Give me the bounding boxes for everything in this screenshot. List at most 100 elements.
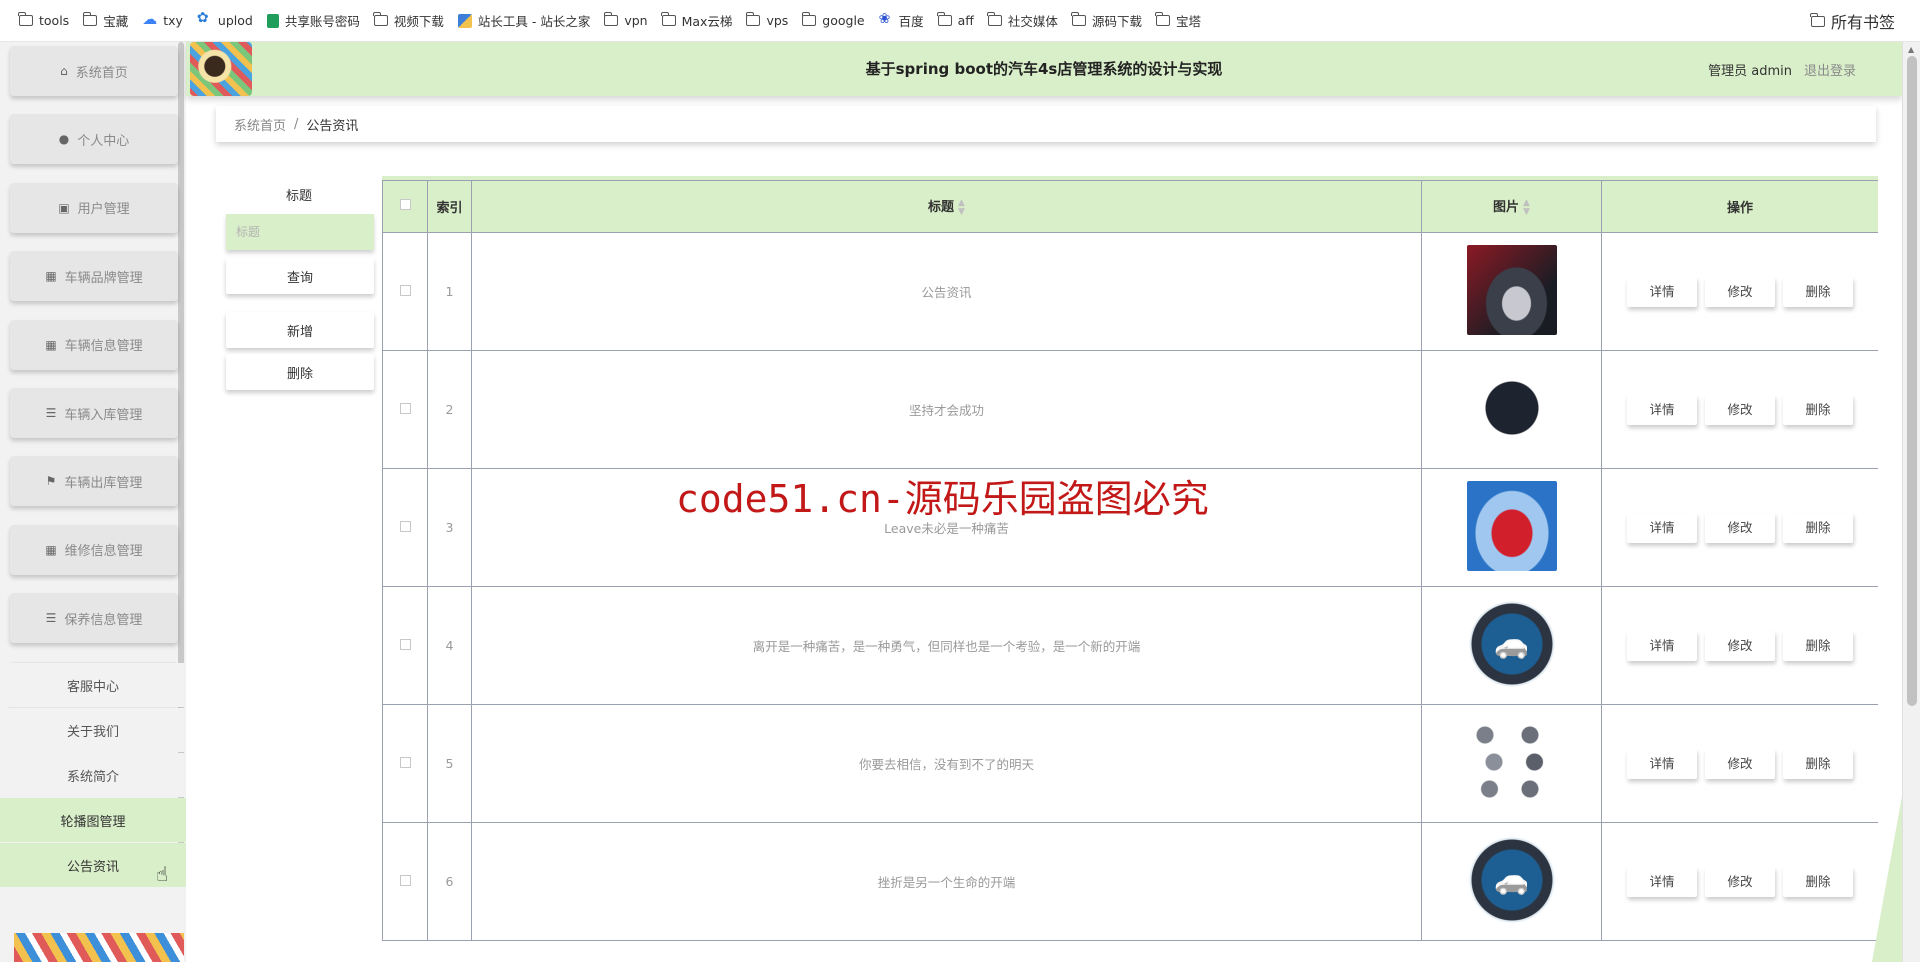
edit-button[interactable]: 修改 [1705,394,1775,425]
title-header[interactable]: 标题 ▲ ▼ [471,180,1422,233]
sidebar-item-7[interactable]: ⚑ 车辆出库管理 [10,456,178,507]
sidebar-item-8[interactable]: ▦ 维修信息管理 [10,524,178,575]
sidebar-item-4[interactable]: ▦ 车辆品牌管理 [10,251,178,302]
search-title-label: 标题 [285,189,312,204]
scrollbar-thumb[interactable] [1907,56,1917,706]
bookmark-item[interactable]: vps [739,7,795,35]
search-title-input[interactable] [226,214,374,250]
edit-button[interactable]: 修改 [1705,512,1775,543]
delete-button[interactable]: 删除 [1783,866,1853,897]
row-actions: 详情 修改 删除 [1601,232,1878,351]
edit-button[interactable]: 修改 [1705,748,1775,779]
folder-icon [18,12,33,26]
bookmark-label: 视频下载 [393,14,444,29]
row-select-cell[interactable] [382,704,428,823]
sidebar-item-label: 保养信息管理 [64,612,143,628]
scroll-up-arrow-icon[interactable]: ▲ [1908,45,1914,54]
row-select-cell[interactable] [382,232,428,351]
row-select-cell[interactable] [382,350,428,469]
bookmark-label: Max云梯 [681,14,733,29]
delete-button[interactable]: 删除 [1783,394,1853,425]
add-button[interactable]: 新增 [226,312,374,348]
sidebar-item-9[interactable]: ☰ 保养信息管理 [10,593,178,644]
sort-icon[interactable]: ▲ ▼ [1523,198,1530,217]
edit-button[interactable]: 修改 [1705,630,1775,661]
bookmark-item[interactable]: tools [12,7,76,35]
row-select-cell[interactable] [382,468,428,587]
bookmark-item[interactable]: 视频下载 [367,7,451,35]
breadcrumb-home[interactable]: 系统首页 [234,115,286,134]
select-all-checkbox[interactable] [399,199,411,210]
car-button-icon-image [1468,601,1555,687]
row-checkbox[interactable] [399,285,411,296]
bookmark-item[interactable]: aff [931,7,981,35]
row-image-cell [1421,586,1602,705]
bookmark-label: tools [39,13,70,28]
all-bookmarks-button[interactable]: 所有书签 [1804,7,1902,35]
row-title: 挫折是另一个生命的开端 [471,822,1422,941]
sort-icon[interactable]: ▲ ▼ [958,198,965,217]
bookmark-item[interactable]: 共享账号密码 [260,7,367,35]
sidebar-item-5[interactable]: ▦ 车辆信息管理 [10,319,178,370]
user-icon: ● [58,132,70,147]
submenu-item-1[interactable]: 客服中心 [0,663,186,707]
row-index: 5 [427,704,472,823]
app-title: 基于spring boot的汽车4s店管理系统的设计与实现 [865,60,1223,78]
row-index: 3 [427,468,472,587]
bookmark-label: txy [163,13,183,28]
row-checkbox[interactable] [399,403,411,414]
delete-button[interactable]: 删除 [1783,276,1853,307]
submenu-item-2[interactable]: 关于我们 [0,708,186,752]
submenu-item-3[interactable]: 系统简介 [0,753,186,797]
sidebar-item-6[interactable]: ☰ 车辆入库管理 [10,388,178,438]
bookmark-item[interactable]: 社交媒体 [981,7,1065,35]
bookmark-item[interactable]: google [795,7,871,35]
image-header[interactable]: 图片 ▲ ▼ [1421,180,1602,233]
logout-link[interactable]: 退出登录 [1804,60,1856,79]
sidebar-item-1[interactable]: ⌂ 系统首页 [10,46,178,96]
bookmark-item[interactable]: 站长工具 - 站长之家 [451,7,597,35]
row-select-cell[interactable] [382,822,428,941]
select-all-cell[interactable] [382,180,428,233]
bookmark-item[interactable]: uplod [190,7,260,35]
detail-button[interactable]: 详情 [1627,630,1697,661]
row-checkbox[interactable] [399,757,411,768]
row-index: 6 [427,822,472,941]
sidebar-item-2[interactable]: ● 个人中心 [10,114,178,165]
sheet-icon [266,13,279,28]
detail-button[interactable]: 详情 [1627,748,1697,779]
detail-button[interactable]: 详情 [1627,512,1697,543]
row-checkbox[interactable] [399,639,411,650]
edit-button[interactable]: 修改 [1705,276,1775,307]
detail-button[interactable]: 详情 [1627,394,1697,425]
batch-delete-button[interactable]: 删除 [226,354,374,390]
row-checkbox[interactable] [399,875,411,886]
bookmark-label: 社交媒体 [1007,14,1058,29]
delete-button[interactable]: 删除 [1783,748,1853,779]
bookmark-item[interactable]: 宝塔 [1149,7,1208,35]
clipboard-icon: ▣ [58,200,70,215]
bookmark-item[interactable]: vpn [597,7,654,35]
detail-button[interactable]: 详情 [1627,866,1697,897]
bookmark-item[interactable]: Max云梯 [655,7,740,35]
car-collection-image [1466,717,1557,807]
delete-button[interactable]: 删除 [1783,630,1853,661]
page-scrollbar[interactable]: ▲ [1902,42,1920,962]
row-checkbox[interactable] [399,521,411,532]
sidebar-item-label: 车辆入库管理 [64,407,143,423]
table-row: 1 公告资讯 详情 修改 删除 [382,232,1878,351]
bookmark-item[interactable]: 源码下载 [1065,7,1149,35]
sidebar-item-3[interactable]: ▣ 用户管理 [10,182,178,233]
breadcrumb-separator: / [294,116,299,132]
bookmark-item[interactable]: 百度 [872,7,931,35]
table-row: 6挫折是另一个生命的开端 详情修改删除 [382,822,1878,941]
query-button[interactable]: 查询 [226,258,374,294]
submenu-item-4[interactable]: 轮播图管理 [0,798,186,842]
bookmark-item[interactable]: txy [135,7,190,35]
detail-button[interactable]: 详情 [1627,276,1697,307]
row-title: 你要去相信，没有到不了的明天 [471,704,1422,823]
bookmark-item[interactable]: 宝藏 [76,7,135,35]
row-select-cell[interactable] [382,586,428,705]
edit-button[interactable]: 修改 [1705,866,1775,897]
delete-button[interactable]: 删除 [1783,512,1853,543]
